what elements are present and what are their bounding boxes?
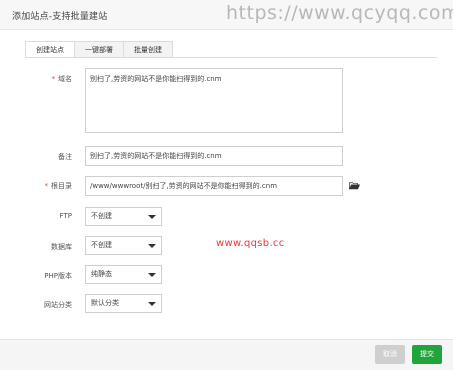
root-dir-label: * 根目录 — [44, 182, 73, 190]
root-dir-input[interactable]: /www/wwwroot/别扫了,劳资的网站不是你能扫得到的.cnm — [85, 176, 343, 196]
tab-create-site[interactable]: 创建站点 — [25, 41, 75, 58]
ftp-select[interactable]: 不创建 — [85, 207, 162, 226]
site-category-select-value: 默认分类 — [91, 299, 119, 307]
chevron-down-icon — [148, 273, 156, 277]
tab-divider — [25, 57, 437, 58]
database-select-value: 不创建 — [91, 241, 112, 249]
dialog-titlebar: 添加站点-支持批量建站 https://www.qcyqq.com — [0, 0, 453, 30]
tab-bar: 创建站点 一键部署 批量创建 — [25, 41, 173, 58]
tab-batch-create[interactable]: 批量创建 — [123, 41, 173, 58]
note-label: 备注 — [58, 153, 72, 161]
php-version-select[interactable]: 纯静态 — [85, 265, 162, 284]
cancel-button[interactable]: 取消 — [375, 345, 405, 364]
chevron-down-icon — [148, 302, 156, 306]
chevron-down-icon — [148, 215, 156, 219]
ftp-label: FTP — [59, 212, 72, 220]
site-watermark: www.qqsb.cc — [216, 238, 285, 249]
site-category-label: 网站分类 — [44, 301, 72, 309]
site-category-select[interactable]: 默认分类 — [85, 294, 162, 313]
dialog-title: 添加站点-支持批量建站 — [12, 12, 108, 22]
domain-textarea[interactable]: 别扫了,劳资的网站不是你能扫得到的.cnm — [85, 68, 343, 133]
database-label: 数据库 — [51, 243, 72, 251]
database-select[interactable]: 不创建 — [85, 236, 162, 255]
ftp-select-value: 不创建 — [91, 212, 112, 220]
note-input[interactable]: 别扫了,劳资的网站不是你能扫得到的.cnm — [85, 146, 343, 166]
php-version-select-value: 纯静态 — [91, 270, 112, 278]
url-watermark: https://www.qcyqq.com — [226, 2, 453, 24]
chevron-down-icon — [148, 244, 156, 248]
tab-one-click-deploy[interactable]: 一键部署 — [74, 41, 124, 58]
folder-open-icon[interactable] — [349, 181, 360, 190]
domain-label: * 域名 — [51, 75, 73, 83]
php-version-label: PHP版本 — [44, 272, 72, 280]
submit-button[interactable]: 提交 — [412, 345, 442, 364]
